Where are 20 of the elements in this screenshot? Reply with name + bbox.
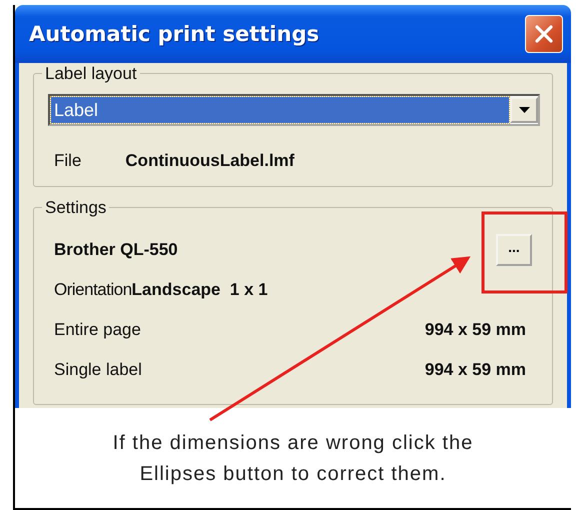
close-icon: [535, 25, 553, 43]
printer-name: Brother QL-550: [54, 240, 178, 260]
setting-value: 994 x 59 mm: [424, 319, 526, 341]
dropdown-button[interactable]: [510, 97, 538, 123]
group-title: Settings: [42, 198, 110, 218]
close-button[interactable]: [525, 15, 563, 53]
window-title: Automatic print settings: [29, 22, 320, 46]
setting-label: Single label: [54, 359, 142, 381]
setting-label: Entire page: [54, 319, 141, 341]
annotation-text: If the dimensions are wrong click the Ellipses button to correct them.: [112, 431, 474, 487]
file-name: ContinuousLabel.lmf: [125, 150, 294, 172]
caret-icon: [518, 107, 530, 113]
layout-dropdown[interactable]: Label: [48, 94, 540, 126]
dropdown-value: Label: [51, 97, 509, 123]
orientation-label: Orientation: [54, 279, 132, 301]
setting-value: 994 x 59 mm: [424, 359, 526, 381]
file-label: File: [54, 150, 82, 172]
group-title: Label layout: [42, 64, 140, 84]
ellipsis-button[interactable]: ...: [496, 234, 532, 266]
orientation-value: Landscape 1 x 1: [132, 279, 268, 301]
